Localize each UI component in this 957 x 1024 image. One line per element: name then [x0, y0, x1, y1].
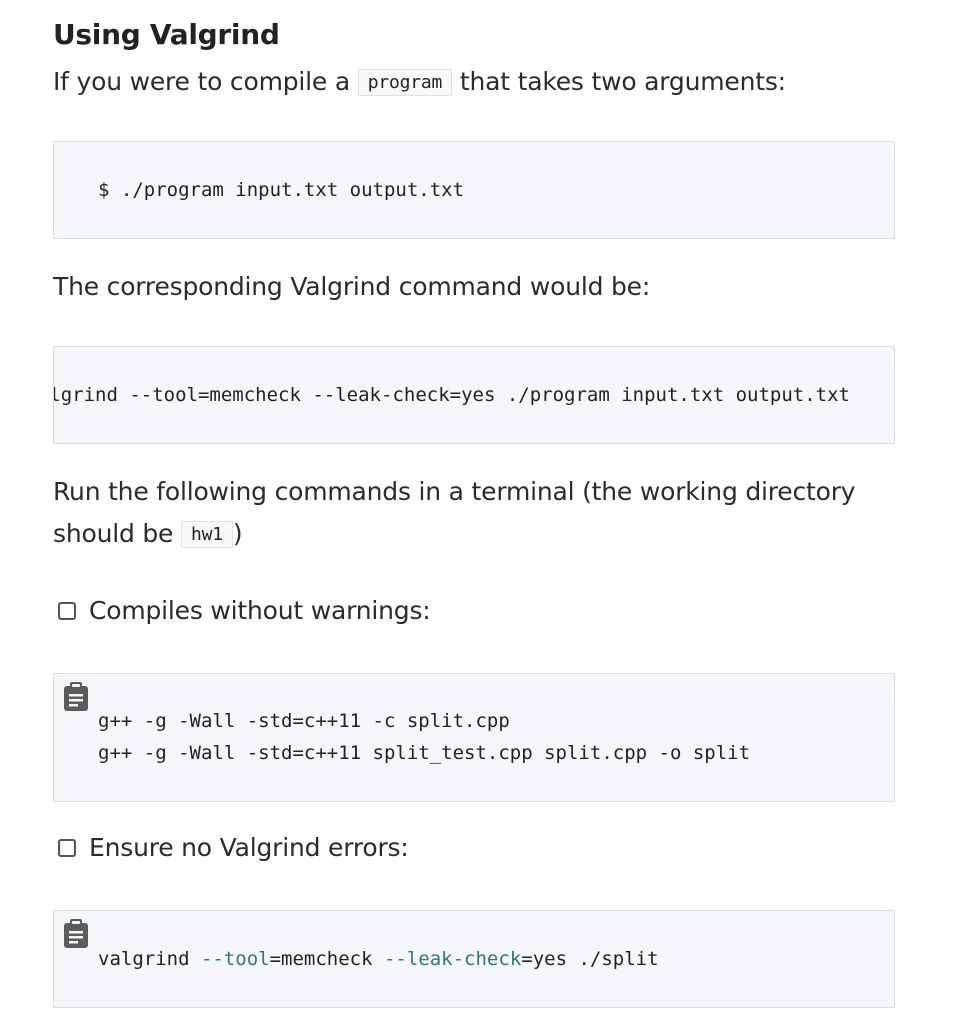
- valgrind-example-code: valgrind --tool=memcheck --leak-check=ye…: [53, 384, 850, 406]
- run-commands-line2-before: should be: [53, 519, 181, 548]
- checklist-item-compiles[interactable]: Compiles without warnings:: [58, 596, 431, 625]
- checkbox-compiles[interactable]: [58, 601, 76, 620]
- intro-text-before: If you were to compile a: [53, 67, 358, 96]
- clipboard-icon[interactable]: [62, 919, 90, 949]
- cmd-token: valgrind: [98, 948, 201, 970]
- corresponding-paragraph: The corresponding Valgrind command would…: [53, 272, 651, 301]
- run-commands-line2-after: ): [232, 519, 243, 548]
- checklist-item-valgrind[interactable]: Ensure no Valgrind errors:: [58, 833, 409, 862]
- valgrind-command-code-block: valgrind --tool=memcheck --leak-check=ye…: [53, 910, 895, 1008]
- checklist-label-compiles: Compiles without warnings:: [89, 596, 431, 625]
- cmd-option-leak-check: --leak-check: [383, 948, 522, 970]
- run-commands-line1: Run the following commands in a terminal…: [53, 477, 856, 506]
- compile-command-1: g++ -g -Wall -std=c++11 -c split.cpp: [98, 710, 510, 732]
- valgrind-command: valgrind --tool=memcheck --leak-check=ye…: [98, 943, 659, 975]
- cmd-token: =yes ./split: [521, 948, 659, 970]
- clipboard-icon[interactable]: [62, 682, 90, 712]
- inline-code-hw1: hw1: [180, 521, 233, 548]
- intro-text-after: that takes two arguments:: [452, 67, 786, 96]
- inline-code-program: program: [357, 69, 453, 96]
- intro-paragraph: If you were to compile a program that ta…: [53, 61, 786, 104]
- compile-command-2: g++ -g -Wall -std=c++11 split_test.cpp s…: [98, 742, 751, 764]
- run-example-code: $ ./program input.txt output.txt: [98, 179, 465, 201]
- cmd-option-tool: --tool: [200, 948, 270, 970]
- compile-commands-code-block: g++ -g -Wall -std=c++11 -c split.cpp g++…: [53, 673, 895, 802]
- valgrind-example-code-block[interactable]: valgrind --tool=memcheck --leak-check=ye…: [53, 346, 895, 444]
- cmd-token: =memcheck: [269, 948, 384, 970]
- checklist-label-valgrind: Ensure no Valgrind errors:: [89, 833, 409, 862]
- checkbox-valgrind[interactable]: [58, 838, 76, 857]
- section-heading: Using Valgrind: [53, 18, 280, 51]
- run-commands-paragraph: Run the following commands in a terminal…: [53, 471, 856, 556]
- run-example-code-block: $ ./program input.txt output.txt: [53, 141, 895, 239]
